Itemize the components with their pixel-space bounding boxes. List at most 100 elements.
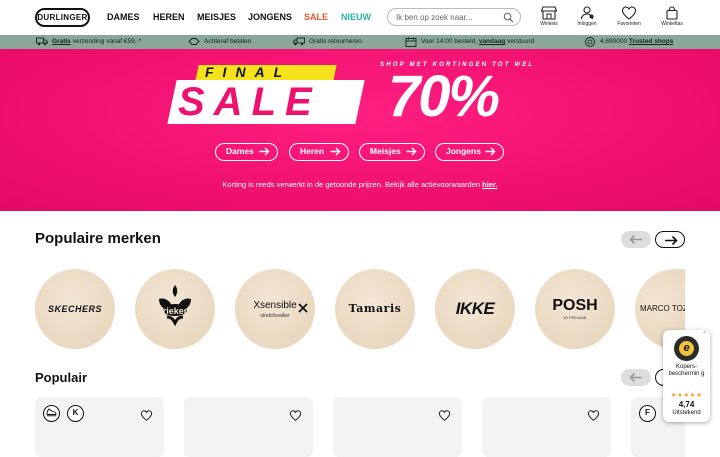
banner-note-text: Korting is reeds verwerkt in de getoonde… [222, 180, 483, 189]
usp-shipping-bold[interactable]: Gratis [52, 38, 71, 45]
discount-percent: 70% [388, 64, 500, 129]
trusted-shops-icon [585, 37, 595, 47]
banner-button-meisjes[interactable]: Meisjes [359, 143, 425, 161]
usp-returns-text: Gratis retourneren [309, 38, 362, 45]
brands-prev-button[interactable] [621, 231, 651, 248]
ecology-badge [43, 405, 60, 422]
nav-meisjes[interactable]: MEISJES [197, 12, 236, 22]
brand-xsensible[interactable]: Xsensible stretchwalker [235, 269, 315, 349]
banner-button-heren-label: Heren [300, 146, 325, 156]
conditions-link[interactable]: hier. [482, 180, 497, 189]
x-mark-icon [298, 303, 308, 313]
usp-returns: Gratis retourneren [293, 36, 383, 48]
brand-ikke-logo: IKKE [455, 299, 495, 318]
banner-button-heren[interactable]: Heren [289, 143, 349, 161]
usp-delivery: Voor 14:00 besteld, vandaag verstuurd [405, 36, 555, 48]
banner-button-dames[interactable]: Dames [215, 143, 278, 161]
afterpay-icon [188, 38, 200, 45]
favorites-link[interactable]: Favorieten [609, 6, 649, 32]
durlinger-logo[interactable]: DURLINGER [35, 8, 90, 27]
banner-button-dames-label: Dames [226, 146, 254, 156]
shoe-badge-icon [46, 408, 57, 417]
trusted-seal-letter: e [683, 342, 690, 354]
trusted-shops-badge[interactable]: ⌃ e Kopers-beschermin g ★★★★★ 4,74 Uitst… [663, 330, 710, 422]
usp-afterpay: Achteraf betalen [188, 36, 268, 48]
favorite-heart-icon[interactable] [438, 410, 451, 421]
usp-delivery-bold[interactable]: vandaag [479, 38, 505, 45]
sale-banner[interactable]: FINAL SALE SHOP MET KORTINGEN TOT WEL 70… [0, 49, 720, 211]
banner-button-meisjes-label: Meisjes [370, 146, 401, 156]
product-card[interactable] [482, 397, 611, 457]
arrow-right-icon [259, 147, 270, 156]
brand-rieker-logo: rieker [162, 306, 188, 316]
usp-trusted-score: 4,690000 [600, 38, 629, 45]
trusted-seal-icon: e [674, 336, 699, 361]
buyer-protection-label: Kopers-beschermin g [668, 364, 705, 377]
stores-label: Winkels [540, 21, 558, 27]
cart-label: Winkeltas [661, 21, 683, 27]
size-badge-k: K [67, 405, 84, 422]
user-icon [580, 6, 594, 20]
product-card[interactable] [333, 397, 462, 457]
truck-icon [36, 37, 48, 46]
final-label: FINAL [205, 64, 292, 80]
brands-next-button[interactable] [655, 231, 685, 248]
popular-brands-title: Populaire merken [35, 230, 161, 247]
usp-free-shipping: Gratis verzending vanaf €59,-* [36, 36, 166, 48]
popular-title: Populair [35, 370, 88, 385]
rating-score: 4,74 [678, 400, 695, 409]
nav-jongens[interactable]: JONGENS [248, 12, 292, 22]
nav-sale[interactable]: SALE [304, 12, 328, 22]
favorite-heart-icon[interactable] [289, 410, 302, 421]
popular-prev-button[interactable] [621, 369, 651, 386]
nav-nieuw[interactable]: NIEUW [341, 12, 371, 22]
login-label: Inloggen [577, 21, 597, 27]
heart-icon [621, 6, 637, 20]
search-box[interactable] [387, 8, 521, 26]
site-header: DURLINGER DAMES HEREN MEISJES JONGENS SA… [0, 0, 720, 35]
usp-bar: Gratis verzending vanaf €59,-* Achteraf … [0, 35, 720, 49]
banner-note: Korting is reeds verwerkt in de getoonde… [0, 180, 720, 189]
brand-ikke[interactable]: IKKE [435, 269, 515, 349]
arrow-left-icon [629, 234, 642, 245]
arrow-right-icon [406, 147, 417, 156]
brand-posh[interactable]: POSH BY POELMAN [535, 269, 615, 349]
banner-button-jongens-label: Jongens [446, 146, 481, 156]
usp-trusted: 4,690000 Trusted shops [584, 36, 694, 48]
arrow-right-icon [665, 235, 678, 246]
brand-tamaris-logo: Tamaris [348, 302, 402, 315]
search-input[interactable] [396, 11, 501, 23]
arrow-right-icon [485, 147, 496, 156]
arrow-left-icon [629, 372, 642, 383]
rating-label: Uitstekend [672, 410, 701, 416]
brand-skechers-logo: SKECHERS [47, 304, 102, 314]
brand-posh-sub: BY POELMAN [563, 316, 587, 320]
usp-trusted-link[interactable]: Trusted shops [629, 38, 673, 45]
favorites-label: Favorieten [617, 21, 641, 27]
arrow-right-icon [330, 147, 341, 156]
brand-skechers[interactable]: SKECHERS [35, 269, 115, 349]
cart-link[interactable]: Winkeltas [652, 6, 692, 32]
nav-dames[interactable]: DAMES [107, 12, 140, 22]
usp-delivery-pre: Voor 14:00 besteld, [421, 38, 479, 45]
favorite-heart-icon[interactable] [587, 410, 600, 421]
usp-shipping-text: verzending vanaf €59,-* [70, 38, 142, 45]
brand-xsensible-sub: stretchwalker [260, 313, 290, 319]
search-icon[interactable] [503, 12, 514, 23]
banner-button-jongens[interactable]: Jongens [435, 143, 504, 161]
brand-posh-logo: POSH [552, 297, 598, 314]
sale-label: SALE [178, 80, 321, 124]
badge-collapse-icon[interactable]: ⌃ [702, 331, 707, 338]
nav-heren[interactable]: HEREN [153, 12, 185, 22]
size-badge-f: F [639, 405, 656, 422]
usp-afterpay-text: Achteraf betalen [204, 38, 252, 45]
brand-rieker[interactable]: rieker [135, 269, 215, 349]
login-link[interactable]: Inloggen [567, 6, 607, 32]
usp-delivery-post: verstuurd [505, 38, 535, 45]
store-icon [541, 6, 557, 20]
product-card[interactable] [184, 397, 313, 457]
stores-link[interactable]: Winkels [529, 6, 569, 32]
brand-tamaris[interactable]: Tamaris [335, 269, 415, 349]
favorite-heart-icon[interactable] [140, 410, 153, 421]
calendar-icon [405, 37, 417, 47]
